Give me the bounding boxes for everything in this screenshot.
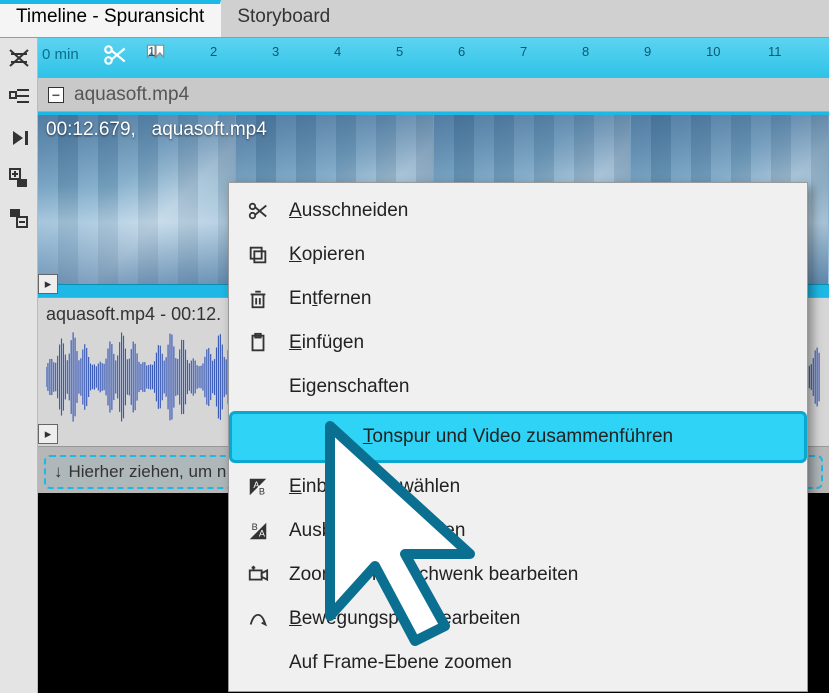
track-filename: aquasoft.mp4 <box>74 84 189 106</box>
menu-item-delete[interactable]: Entfernen <box>229 277 807 321</box>
camera-icon <box>243 564 273 586</box>
tool-play-icon[interactable] <box>5 124 33 152</box>
ruler-tick: 2 <box>210 44 217 59</box>
tab-storyboard[interactable]: Storyboard <box>221 0 347 37</box>
down-arrow-icon: ↓ <box>54 462 63 482</box>
menu-item-label: Auf Frame-Ebene zoomen <box>289 652 512 674</box>
menu-item-label: Ausschneiden <box>289 200 408 222</box>
context-menu: Ausschneiden Kopieren Entfernen Einfügen Eig… <box>228 182 808 692</box>
svg-text:B: B <box>252 522 258 532</box>
menu-item-label: Tonspur und Video zusammenführen <box>363 426 673 448</box>
ruler-tick: 11 <box>768 44 782 59</box>
menu-item-label: Kopieren <box>289 244 365 266</box>
menu-item-label: Eigenschaften <box>289 376 409 398</box>
clip-play-icon[interactable]: ▸ <box>38 274 58 294</box>
menu-item-copy[interactable]: Kopieren <box>229 233 807 277</box>
menu-item-cut[interactable]: Ausschneiden <box>229 189 807 233</box>
trash-icon <box>243 288 273 310</box>
collapse-toggle-icon[interactable]: − <box>48 87 64 103</box>
tool-ruler-icon[interactable] <box>5 44 33 72</box>
menu-item-label: Ausblendung wählen <box>289 520 465 542</box>
ruler-tick: 10 <box>706 44 720 59</box>
menu-item-label: Zoom/Kameraschwenk bearbeiten <box>289 564 578 586</box>
clip-filename: aquasoft.mp4 <box>152 119 267 140</box>
ruler-tick: 5 <box>396 44 403 59</box>
menu-item-properties[interactable]: Eigenschaften <box>229 365 807 409</box>
path-icon <box>243 608 273 630</box>
fadeout-icon: AB <box>243 520 273 542</box>
audio-play-icon[interactable]: ▸ <box>38 424 58 444</box>
tool-add-above-icon[interactable] <box>5 164 33 192</box>
menu-item-label: Einfügen <box>289 332 364 354</box>
menu-item-merge[interactable]: Tonspur und Video zusammenführen <box>229 411 807 463</box>
fadein-icon: AB <box>243 476 273 498</box>
menu-item-label: Entfernen <box>289 288 371 310</box>
left-toolbar <box>0 38 38 693</box>
ruler-zero-label: 0 min <box>42 46 79 63</box>
ruler-tick: 3 <box>272 44 279 59</box>
view-tabs: Timeline - Spuransicht Storyboard <box>0 0 829 38</box>
menu-item-motionpath[interactable]: Bewegungspfad bearbeiten <box>229 597 807 641</box>
paste-icon <box>243 332 273 354</box>
menu-item-framezoom[interactable]: Auf Frame-Ebene zoomen <box>229 641 807 685</box>
scissors-icon <box>243 200 273 222</box>
menu-item-paste[interactable]: Einfügen <box>229 321 807 365</box>
copy-icon <box>243 244 273 266</box>
ruler-tick: 1 <box>148 44 155 59</box>
tab-timeline[interactable]: Timeline - Spuransicht <box>0 0 221 37</box>
menu-item-zoompan[interactable]: Zoom/Kameraschwenk bearbeiten <box>229 553 807 597</box>
ruler-tick: 6 <box>458 44 465 59</box>
menu-item-fadein[interactable]: AB Einblendung wählen <box>229 465 807 509</box>
ruler-tick: 4 <box>334 44 341 59</box>
track-header[interactable]: − aquasoft.mp4 <box>38 78 829 112</box>
ruler-tick: 7 <box>520 44 527 59</box>
menu-item-label: Einblendung wählen <box>289 476 460 498</box>
svg-text:A: A <box>259 529 266 539</box>
dropzone-label: Hierher ziehen, um n <box>69 462 227 482</box>
menu-item-fadeout[interactable]: AB Ausblendung wählen <box>229 509 807 553</box>
time-ruler[interactable]: 0 min 123456789101112 <box>38 38 829 78</box>
clip-timecode: 00:12.679, <box>46 119 136 140</box>
tool-add-below-icon[interactable] <box>5 204 33 232</box>
svg-text:B: B <box>259 486 265 496</box>
tool-track-icon[interactable] <box>5 84 33 112</box>
ruler-tick: 9 <box>644 44 651 59</box>
menu-item-label: Bewegungspfad bearbeiten <box>289 608 520 630</box>
ruler-tick: 8 <box>582 44 589 59</box>
